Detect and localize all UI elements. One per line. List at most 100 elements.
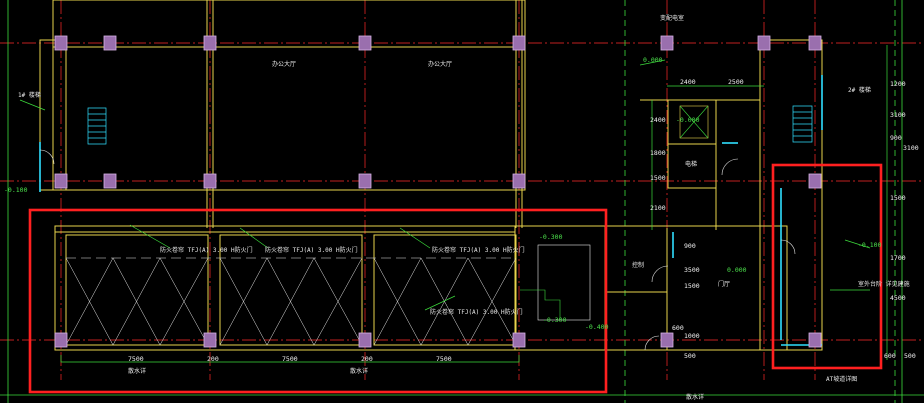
elev-small-2: -0.000 [676, 116, 700, 124]
columns [54, 35, 822, 348]
door-left [39, 149, 55, 165]
stair-right-label: 2# 楼梯 [848, 86, 871, 94]
column [358, 35, 372, 51]
dim-600-b: 600 [884, 352, 896, 360]
note-bottom-far: 散水详 [686, 393, 704, 401]
dim-7500-a: 7500 [128, 355, 144, 363]
highlights [28, 163, 883, 394]
column [808, 35, 822, 51]
dim-200-a: 200 [207, 355, 219, 363]
highlight-box-right [771, 163, 883, 370]
dim-1500: 1500 [650, 174, 666, 182]
room-hall-left: 办公大厅 [272, 60, 296, 68]
column [54, 173, 68, 189]
dim-1700: 1700 [890, 254, 906, 262]
note-bottom-right: AT坡道详图 [826, 375, 857, 383]
room-shaft: 电梯 [685, 160, 697, 168]
cross-bay-3 [373, 257, 517, 346]
column [358, 332, 372, 348]
elev-lobby: 0.000 [727, 266, 747, 274]
dim-3100: 3100 [890, 111, 906, 119]
dim-3500: 3500 [684, 266, 700, 274]
column [203, 173, 217, 189]
dim-900-b: 900 [890, 134, 902, 142]
column [54, 332, 68, 348]
column [358, 173, 372, 189]
dim-1500-c: 1500 [890, 194, 906, 202]
wall-ramp-room [514, 225, 606, 351]
dim-2100: 2100 [650, 204, 666, 212]
cross-bay-2 [219, 257, 363, 346]
note-bottom-left: 散水详 [128, 367, 146, 375]
ramp-outline [537, 244, 591, 321]
column [512, 35, 526, 51]
door-lower [644, 335, 660, 351]
column [660, 332, 674, 348]
garage-label-4: 防火卷帘 TFJ(A) 3.00 H防火门 [430, 308, 523, 316]
wall-top-block [52, 0, 526, 191]
column [808, 332, 822, 348]
dim-7500-b: 7500 [282, 355, 298, 363]
cad-drawing-canvas: 0.000 -0.100 -0.300 0.000 -0.100 -0.300 … [0, 0, 924, 403]
column [203, 35, 217, 51]
leader [424, 295, 456, 311]
floor-plan: 0.000 -0.100 -0.300 0.000 -0.100 -0.300 … [0, 0, 924, 403]
leader [129, 224, 171, 249]
note-bottom-mid: 散水详 [350, 367, 368, 375]
wall-garage-outer [54, 225, 606, 351]
column [103, 173, 117, 189]
highlight-box-garage [28, 208, 608, 394]
column [757, 35, 771, 51]
column [512, 173, 526, 189]
green-guides [0, 0, 924, 403]
dim-1800: 1800 [650, 149, 666, 157]
column [203, 332, 217, 348]
elev-small-1: -0.300 [543, 316, 567, 324]
door-lobby [721, 158, 739, 176]
stair-right [792, 105, 813, 143]
door-right [780, 239, 796, 255]
elev-stair: -0.100 [4, 186, 28, 194]
doors [39, 149, 796, 351]
room-top: 变配电室 [660, 14, 684, 22]
column [54, 35, 68, 51]
dim-7500-c: 7500 [436, 355, 452, 363]
elev-ramp: -0.300 [539, 233, 563, 241]
garage-label-3: 防火卷帘 TFJ(A) 3.00 H防火门 [432, 246, 525, 254]
dim-1500-b: 1500 [684, 282, 700, 290]
dim-500-b: 500 [904, 352, 916, 360]
walls [39, 0, 823, 351]
dim-900: 900 [684, 242, 696, 250]
dim-1000: 1000 [684, 332, 700, 340]
column [808, 173, 822, 189]
elev-top: 0.000 [643, 56, 663, 64]
column [660, 35, 674, 51]
dim-500: 500 [684, 352, 696, 360]
dim-4500: 4500 [890, 294, 906, 302]
door-mid [651, 265, 669, 283]
stair-left [87, 107, 107, 145]
garage-label-1: 防火卷帘 TFJ(A) 3.00 H防火门 [160, 246, 253, 254]
elev-right: -0.100 [858, 241, 882, 249]
dim-200-b: 200 [361, 355, 373, 363]
dim-600: 600 [672, 324, 684, 332]
column [512, 332, 526, 348]
garage-crosses [65, 257, 517, 346]
dim-1200: 1200 [890, 80, 906, 88]
stair-left-label: 1# 楼梯 [18, 91, 41, 99]
garage-label-2: 防火卷帘 TFJ(A) 3.00 H防火门 [265, 246, 358, 254]
room-hall-right: 办公大厅 [428, 60, 452, 68]
dim-2400: 2400 [680, 78, 696, 86]
leader [19, 99, 46, 111]
leader [399, 227, 431, 249]
cross-bay-1 [65, 257, 209, 346]
dim-3100-b: 3100 [903, 144, 919, 152]
leader [239, 227, 269, 249]
wall-right-tower [759, 39, 823, 351]
elev-small-3: -0.400 [585, 323, 609, 331]
ramp-area [520, 105, 709, 321]
note-right: 室外台阶 详见建施 [858, 280, 910, 288]
room-ctrl: 控制 [632, 261, 644, 269]
dim-2500: 2500 [728, 78, 744, 86]
room-lobby: 门厅 [718, 280, 730, 288]
